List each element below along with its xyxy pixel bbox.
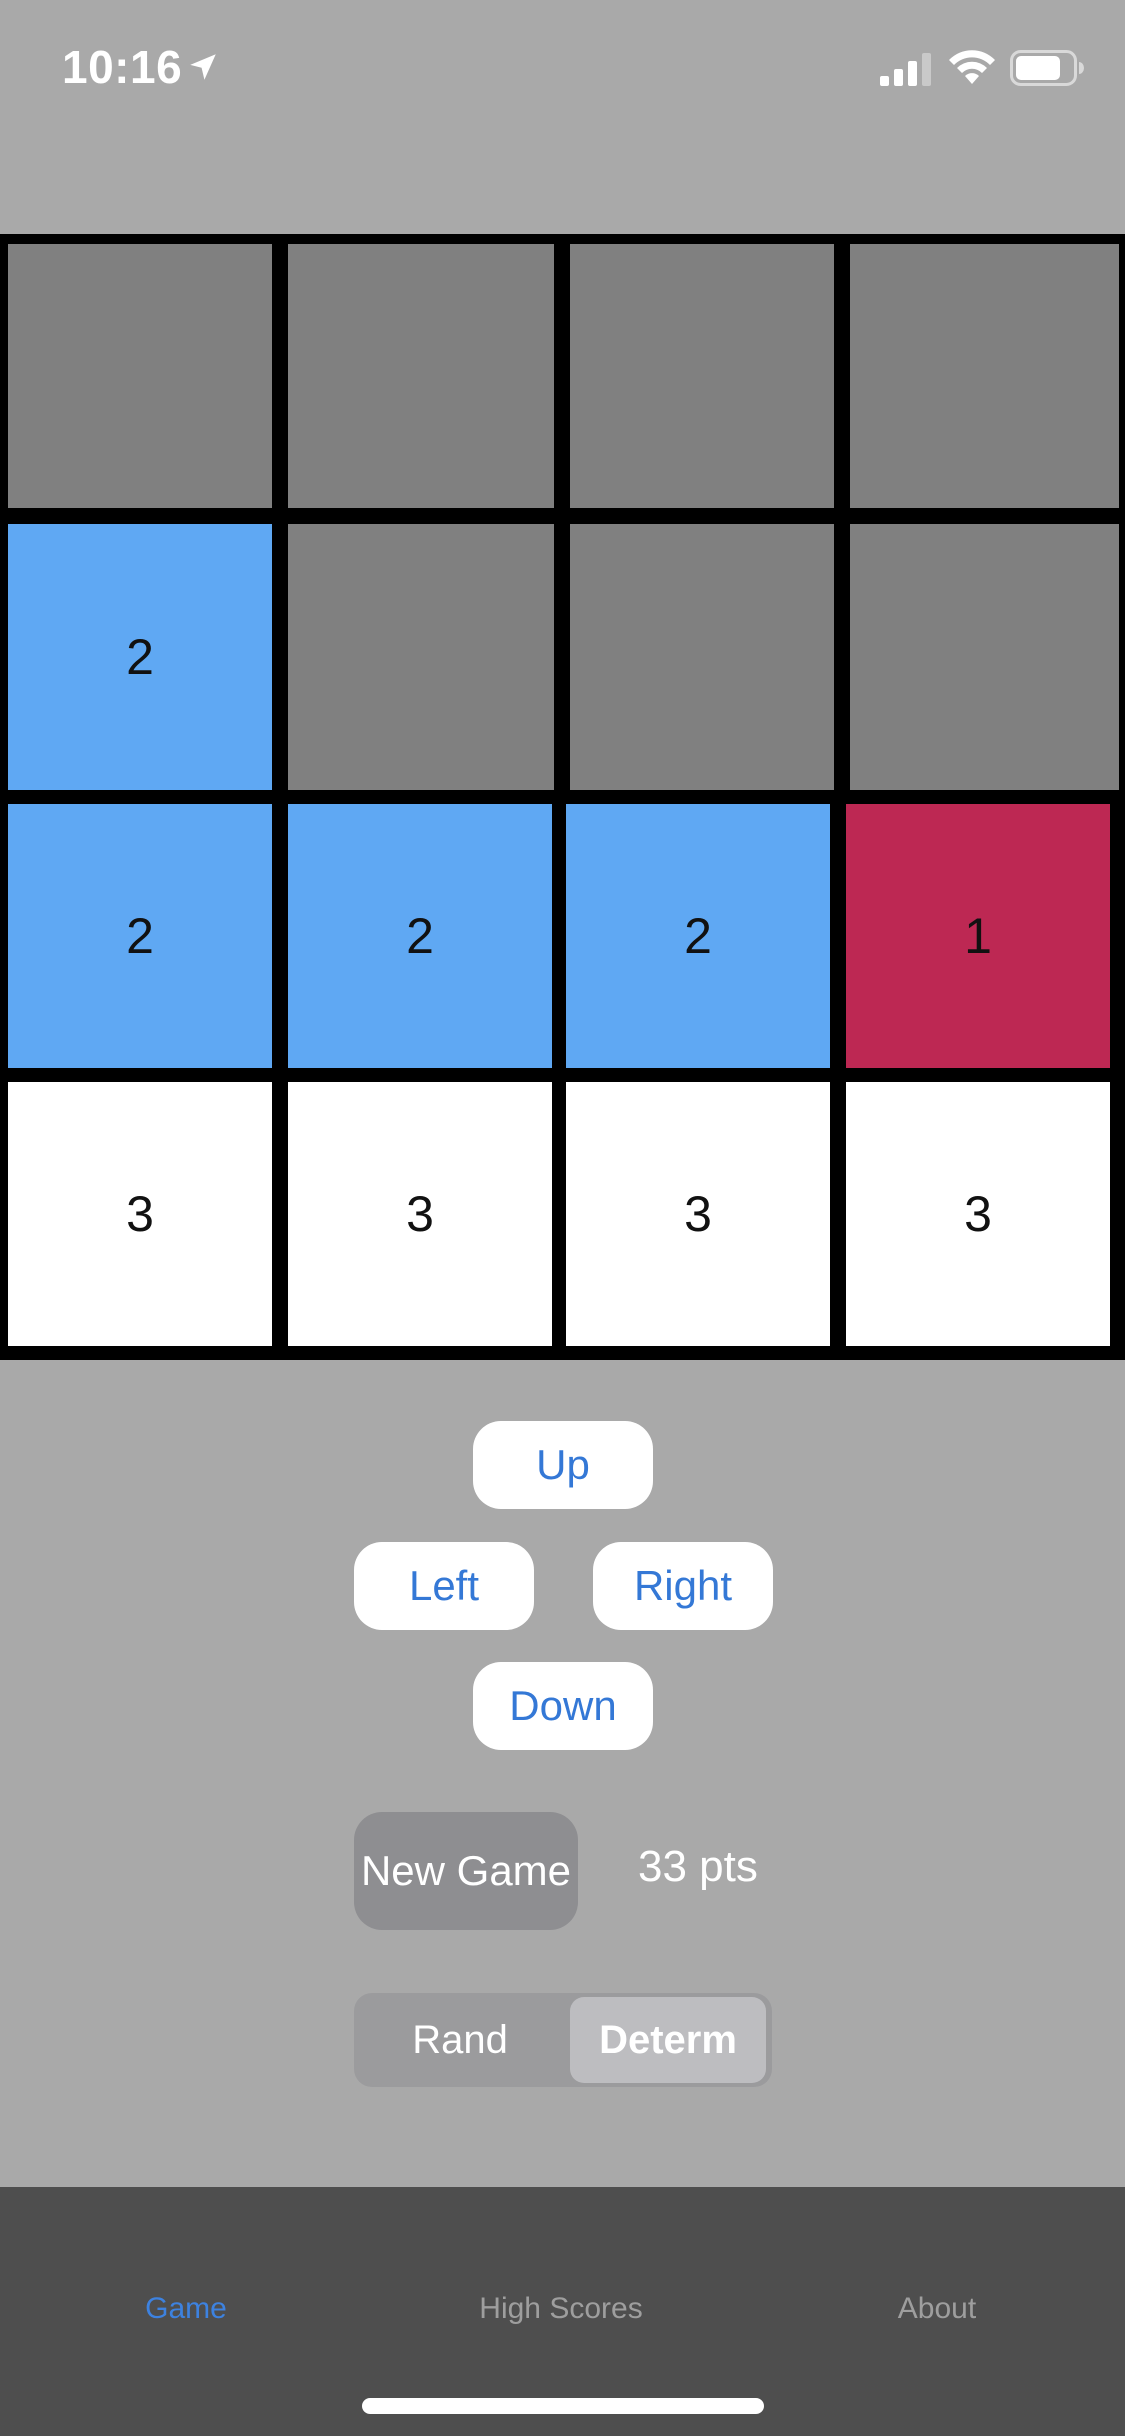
wifi-icon xyxy=(949,50,995,84)
board-cell xyxy=(850,244,1119,508)
board-cell xyxy=(570,244,834,508)
score-label: 33 pts xyxy=(638,1842,758,1891)
segment-rand[interactable]: Rand xyxy=(358,1997,562,2083)
signal-icon xyxy=(880,53,931,86)
board-cell xyxy=(850,524,1119,790)
board-cell: 2 xyxy=(8,804,272,1068)
board-cell: 3 xyxy=(8,1082,272,1346)
location-arrow-icon xyxy=(190,54,216,80)
board-cell: 3 xyxy=(288,1082,552,1346)
board-cell: 3 xyxy=(846,1082,1110,1346)
board-cell: 2 xyxy=(288,804,552,1068)
board-cell: 3 xyxy=(566,1082,830,1346)
board-cell xyxy=(288,524,554,790)
game-board[interactable]: 2 2 2 2 1 3 3 3 3 xyxy=(0,234,1125,1360)
new-game-button[interactable]: New Game xyxy=(354,1812,578,1930)
tab-game[interactable]: Game xyxy=(36,2292,336,2326)
down-button[interactable]: Down xyxy=(473,1662,653,1750)
board-cell: 2 xyxy=(8,524,272,790)
board-cell xyxy=(8,244,272,508)
left-button[interactable]: Left xyxy=(354,1542,534,1630)
battery-icon xyxy=(1010,50,1084,86)
mode-segmented-control[interactable]: Rand Determ xyxy=(354,1993,772,2087)
right-button[interactable]: Right xyxy=(593,1542,773,1630)
segment-determ[interactable]: Determ xyxy=(570,1997,766,2083)
status-bar: 10:16 xyxy=(0,0,1125,140)
home-indicator xyxy=(362,2398,764,2414)
tab-high-scores[interactable]: High Scores xyxy=(411,2292,711,2326)
tab-about[interactable]: About xyxy=(787,2292,1087,2326)
status-time: 10:16 xyxy=(62,41,183,93)
board-cell: 1 xyxy=(846,804,1110,1068)
board-cell: 2 xyxy=(566,804,830,1068)
up-button[interactable]: Up xyxy=(473,1421,653,1509)
board-cell xyxy=(288,244,554,508)
board-cell xyxy=(570,524,834,790)
